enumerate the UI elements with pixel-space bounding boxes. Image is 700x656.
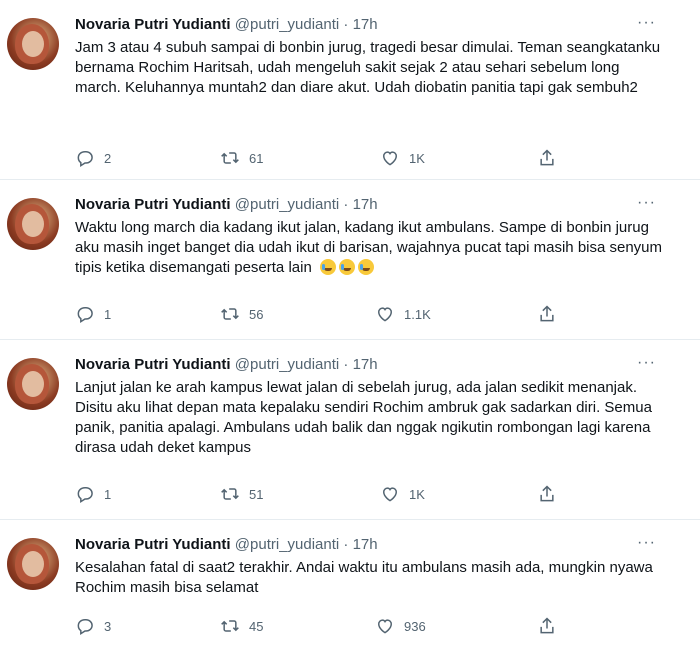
retweet-count: 61 <box>249 150 264 166</box>
tweet-header: Novaria Putri Yudianti @putri_yudianti ·… <box>75 16 378 34</box>
author-handle[interactable]: @putri_yudianti <box>235 356 339 373</box>
share-button[interactable] <box>537 304 557 324</box>
avatar[interactable] <box>7 18 59 70</box>
more-options-icon[interactable]: ··· <box>637 14 656 32</box>
tweet-text: Lanjut jalan ke arah kampus lewat jalan … <box>75 378 665 458</box>
timestamp[interactable]: 17h <box>353 356 378 373</box>
reply-count: 3 <box>104 618 112 634</box>
tweet-text: Waktu long march dia kadang ikut jalan, … <box>75 218 665 281</box>
author-name[interactable]: Novaria Putri Yudianti <box>75 536 231 553</box>
tweet-text-content: Kesalahan fatal di saat2 terakhir. Andai… <box>75 559 653 596</box>
tweet-text: Jam 3 atau 4 subuh sampai di bonbin juru… <box>75 38 665 98</box>
retweet-count: 56 <box>249 306 264 322</box>
like-button[interactable]: 1K <box>380 484 425 504</box>
retweet-count: 45 <box>249 618 264 634</box>
separator-dot: · <box>343 16 349 33</box>
retweet-icon <box>221 488 239 500</box>
share-icon <box>540 149 554 166</box>
reply-button[interactable]: 1 <box>75 484 111 504</box>
retweet-button[interactable]: 45 <box>220 616 263 636</box>
tweet-2[interactable]: Novaria Putri Yudianti @putri_yudianti ·… <box>0 340 700 520</box>
more-options-icon[interactable]: ··· <box>637 194 656 212</box>
share-icon <box>540 305 554 322</box>
share-icon <box>540 485 554 502</box>
reply-icon <box>77 619 93 636</box>
reply-button[interactable]: 2 <box>75 148 111 168</box>
tweet-header: Novaria Putri Yudianti @putri_yudianti ·… <box>75 356 378 374</box>
reply-icon <box>77 151 93 168</box>
tweet-text-content: Lanjut jalan ke arah kampus lewat jalan … <box>75 379 652 456</box>
crying-face-icon <box>319 259 336 275</box>
heart-icon <box>377 307 393 322</box>
like-button[interactable]: 1K <box>380 148 425 168</box>
tweet-header: Novaria Putri Yudianti @putri_yudianti ·… <box>75 196 378 214</box>
author-name[interactable]: Novaria Putri Yudianti <box>75 16 231 33</box>
timestamp[interactable]: 17h <box>353 196 378 213</box>
reply-icon <box>77 307 93 324</box>
like-count: 936 <box>404 618 426 634</box>
tweet-0[interactable]: Novaria Putri Yudianti @putri_yudianti ·… <box>0 0 700 180</box>
like-count: 1K <box>409 150 425 166</box>
separator-dot: · <box>343 196 349 213</box>
heart-icon <box>377 619 393 634</box>
retweet-icon <box>221 308 239 320</box>
heart-icon <box>382 151 398 166</box>
author-handle[interactable]: @putri_yudianti <box>235 536 339 553</box>
reply-count: 2 <box>104 150 112 166</box>
reply-button[interactable]: 3 <box>75 616 111 636</box>
reply-icon <box>77 487 93 504</box>
avatar[interactable] <box>7 538 59 590</box>
author-name[interactable]: Novaria Putri Yudianti <box>75 196 231 213</box>
reply-count: 1 <box>104 486 112 502</box>
author-name[interactable]: Novaria Putri Yudianti <box>75 356 231 373</box>
tweet-text: Kesalahan fatal di saat2 terakhir. Andai… <box>75 558 665 598</box>
timestamp[interactable]: 17h <box>353 16 378 33</box>
reply-count: 1 <box>104 306 112 322</box>
tweet-actions: 3 45 936 <box>75 616 575 638</box>
retweet-button[interactable]: 61 <box>220 148 263 168</box>
reply-button[interactable]: 1 <box>75 304 111 324</box>
like-count: 1.1K <box>404 306 431 322</box>
author-handle[interactable]: @putri_yudianti <box>235 196 339 213</box>
tweet-3[interactable]: Novaria Putri Yudianti @putri_yudianti ·… <box>0 520 700 656</box>
share-button[interactable] <box>537 148 557 168</box>
retweet-icon <box>221 620 239 632</box>
tweet-actions: 1 51 1K <box>75 484 575 506</box>
heart-icon <box>382 487 398 502</box>
tweet-actions: 2 61 1K <box>75 148 575 170</box>
tweet-thread: Novaria Putri Yudianti @putri_yudianti ·… <box>0 0 700 656</box>
more-options-icon[interactable]: ··· <box>637 534 656 552</box>
tweet-header: Novaria Putri Yudianti @putri_yudianti ·… <box>75 536 378 554</box>
avatar[interactable] <box>7 198 59 250</box>
retweet-icon <box>221 152 239 164</box>
retweet-count: 51 <box>249 486 264 502</box>
crying-face-icon <box>338 259 355 275</box>
share-button[interactable] <box>537 616 557 636</box>
tweet-text-content: Jam 3 atau 4 subuh sampai di bonbin juru… <box>75 39 661 96</box>
like-count: 1K <box>409 486 425 502</box>
like-button[interactable]: 936 <box>375 616 426 636</box>
share-icon <box>540 617 554 634</box>
separator-dot: · <box>343 356 349 373</box>
retweet-button[interactable]: 51 <box>220 484 263 504</box>
tweet-actions: 1 56 1.1K <box>75 304 575 326</box>
timestamp[interactable]: 17h <box>353 536 378 553</box>
more-options-icon[interactable]: ··· <box>637 354 656 372</box>
emoji-group <box>319 259 377 281</box>
retweet-button[interactable]: 56 <box>220 304 263 324</box>
avatar[interactable] <box>7 358 59 410</box>
separator-dot: · <box>343 536 349 553</box>
tweet-1[interactable]: Novaria Putri Yudianti @putri_yudianti ·… <box>0 180 700 340</box>
like-button[interactable]: 1.1K <box>375 304 431 324</box>
share-button[interactable] <box>537 484 557 504</box>
crying-face-icon <box>357 259 374 275</box>
author-handle[interactable]: @putri_yudianti <box>235 16 339 33</box>
